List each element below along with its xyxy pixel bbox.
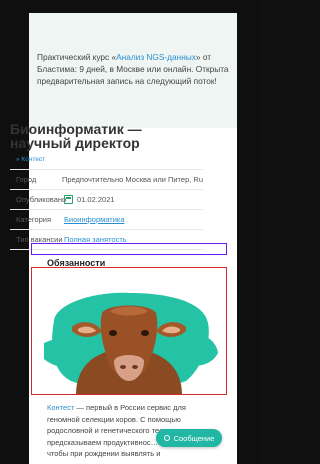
meta-row-category: Категория Биоинформатика (10, 210, 203, 230)
meta-value: 01.02.2021 (77, 195, 115, 204)
chat-bubble-icon (163, 435, 170, 441)
meta-key: Город (16, 175, 37, 184)
company-name-link[interactable]: Контест (47, 403, 74, 412)
meta-value: Предпочтительно Москва или Питер, Ru (61, 175, 203, 184)
message-button-label: Сообщение (173, 433, 215, 443)
calendar-icon (64, 195, 73, 204)
meta-key: Опубликовано (16, 195, 67, 204)
job-meta-table: » Контест Город Предпочтительно Москва и… (10, 150, 203, 250)
meta-row-city: Город Предпочтительно Москва или Питер, … (10, 170, 203, 190)
highlight-box-red (31, 267, 227, 395)
meta-key: Категория (16, 215, 52, 224)
promo-text-start: Практический курс « (37, 52, 117, 62)
company-row: » Контест (10, 150, 203, 170)
promo-banner: Практический курс «Анализ NGS-данных» от… (29, 13, 237, 128)
job-title: Биоинформатик — научный директор (10, 121, 142, 151)
company-link[interactable]: » Контест (10, 156, 45, 163)
category-link[interactable]: Биоинформатика (64, 215, 125, 224)
highlight-box-purple (31, 243, 227, 255)
promo-text: Практический курс «Анализ NGS-данных» от… (37, 51, 233, 87)
meta-row-published: Опубликовано 01.02.2021 (10, 190, 203, 210)
promo-course-link[interactable]: Анализ NGS-данных (116, 52, 196, 62)
message-button[interactable]: Сообщение (156, 429, 222, 447)
